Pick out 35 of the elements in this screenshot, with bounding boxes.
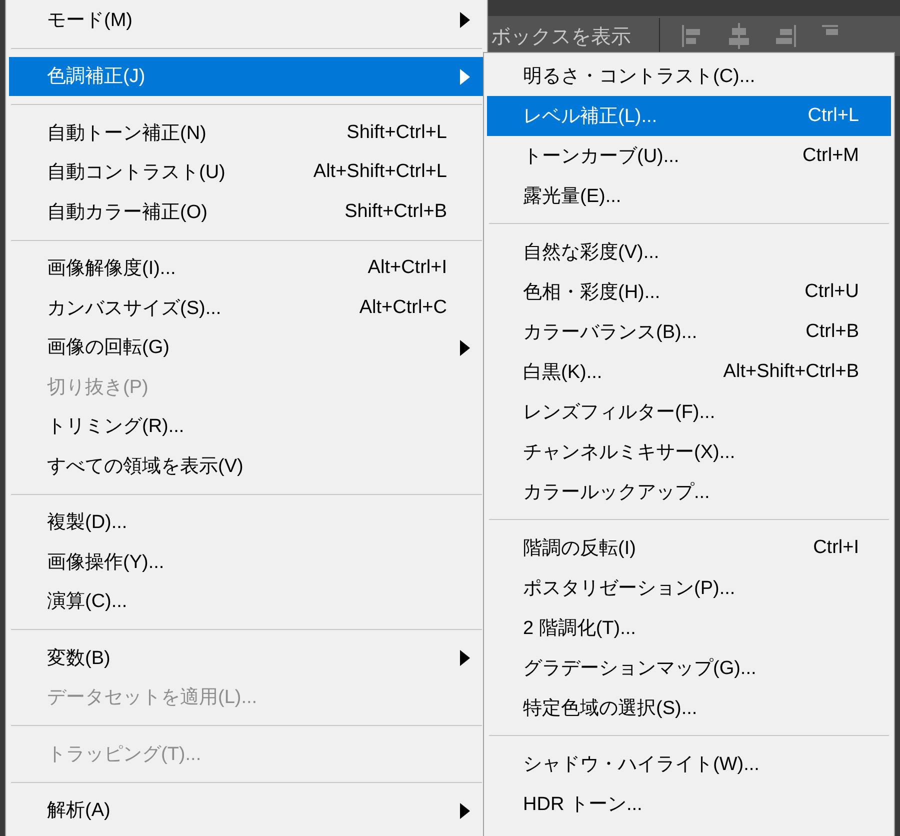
menu-item[interactable]: 自動トーン補正(N) Shift+Ctrl+L [9, 113, 484, 152]
menu-item[interactable]: 2 階調化(T)... [487, 608, 891, 648]
menu-item[interactable]: 露光量(E)... [487, 176, 891, 216]
menu-item[interactable]: 特定色域の選択(S)... [487, 688, 891, 728]
menu-item[interactable]: 画像操作(Y)... [9, 542, 484, 582]
menu-item[interactable]: 解析(A) [9, 790, 484, 830]
menu-item[interactable]: レベル補正(L)... Ctrl+L [487, 96, 891, 136]
checkbox-label: ボックスを表示 [491, 24, 631, 50]
menu-item[interactable]: ポスタリゼーション(P)... [487, 568, 891, 608]
menu-item[interactable]: 複製(D)... [9, 502, 484, 542]
menu-item[interactable]: グラデーションマップ(G)... [487, 648, 891, 688]
menu-item[interactable]: レンズフィルター(F)... [487, 392, 891, 432]
menu-item[interactable]: 階調の反転(I) Ctrl+I [487, 528, 891, 568]
menu-item[interactable]: 白黒(K)... Alt+Shift+Ctrl+B [487, 352, 891, 392]
menu-item[interactable]: HDR トーン... [487, 784, 891, 824]
menu-item[interactable]: モード(M) [9, 0, 484, 40]
menu-item[interactable]: トーンカーブ(U)... Ctrl+M [487, 136, 891, 176]
menu-item[interactable]: 自動カラー補正(O) Shift+Ctrl+B [9, 192, 484, 232]
menu-item[interactable]: 色相・彩度(H)... Ctrl+U [487, 272, 891, 312]
menu-item[interactable]: 色調補正(J) [9, 56, 484, 96]
menu-item[interactable]: 変数(B) [9, 638, 484, 678]
menu-item[interactable]: 画像解像度(I)... Alt+Ctrl+I [9, 248, 484, 288]
menu-item[interactable]: すべての領域を表示(V) [9, 446, 484, 486]
menu-item[interactable]: カンバスサイズ(S)... Alt+Ctrl+C [9, 288, 484, 328]
menu-item[interactable]: 画像の回転(G) [9, 328, 484, 367]
menu-item[interactable]: カラーバランス(B)... Ctrl+B [487, 312, 891, 352]
menu-item[interactable]: 明るさ・コントラスト(C)... [487, 56, 891, 96]
align-center-icon[interactable] [726, 23, 752, 49]
menu-item[interactable]: 自然な彩度(V)... [487, 232, 891, 272]
menu-item[interactable]: シャドウ・ハイライト(W)... [487, 744, 891, 784]
menu-item[interactable]: カラールックアップ... [487, 472, 891, 512]
menu-item[interactable]: トリミング(R)... [9, 406, 484, 446]
menu-item[interactable]: チャンネルミキサー(X)... [487, 432, 891, 472]
menu-item[interactable]: 演算(C)... [9, 582, 484, 621]
menu-item[interactable]: 自動コントラスト(U) Alt+Shift+Ctrl+L [9, 152, 484, 192]
